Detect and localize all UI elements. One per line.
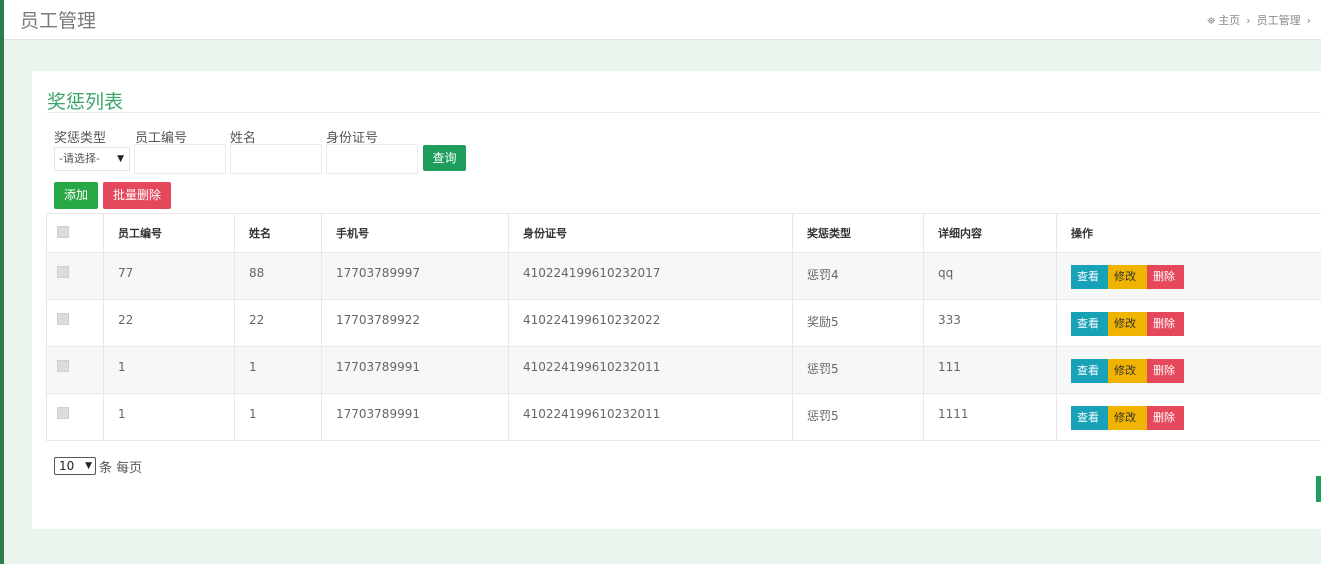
cell-emp-no: 77 <box>103 252 235 300</box>
batch-delete-button[interactable]: 批量删除 <box>103 182 171 209</box>
table-row: 1 1 17703789991 410224199610232011 惩罚5 1… <box>46 393 1321 441</box>
table-row: 22 22 17703789922 410224199610232022 奖励5… <box>46 299 1321 347</box>
edit-button[interactable]: 修改 <box>1108 406 1147 430</box>
row-select-cell <box>46 299 104 347</box>
breadcrumb: ⛯ 主页 › 员工管理 › <box>1207 12 1317 28</box>
cell-actions: 查看 修改 删除 <box>1056 252 1321 300</box>
view-button[interactable]: 查看 <box>1071 312 1108 336</box>
left-accent-strip <box>0 0 4 564</box>
cell-name: 1 <box>234 393 322 441</box>
cell-emp-no: 22 <box>103 299 235 347</box>
delete-button[interactable]: 删除 <box>1147 359 1184 383</box>
row-checkbox[interactable] <box>57 360 69 372</box>
view-button[interactable]: 查看 <box>1071 359 1108 383</box>
cell-detail: 333 <box>923 299 1057 347</box>
id-number-input[interactable] <box>326 144 418 174</box>
table-row: 1 1 17703789991 410224199610232011 惩罚5 1… <box>46 346 1321 394</box>
row-checkbox[interactable] <box>57 313 69 325</box>
edit-button[interactable]: 修改 <box>1108 312 1147 336</box>
cell-type: 惩罚5 <box>792 393 924 441</box>
breadcrumb-home[interactable]: 主页 <box>1218 14 1240 27</box>
cell-id-no: 410224199610232011 <box>508 393 793 441</box>
type-select-value: -请选择- <box>59 152 100 165</box>
top-bar: 员工管理 ⛯ 主页 › 员工管理 › <box>4 0 1321 40</box>
select-all-checkbox[interactable] <box>57 225 69 238</box>
table-row: 77 88 17703789997 410224199610232017 惩罚4… <box>46 252 1321 300</box>
page-title: 员工管理 <box>20 10 97 32</box>
cell-type: 惩罚4 <box>792 252 924 300</box>
page-size-select[interactable]: 10 ▼ <box>54 457 96 475</box>
cell-emp-no: 1 <box>103 346 235 394</box>
col-id-no: 身份证号 <box>508 213 793 253</box>
chevron-down-icon: ▼ <box>117 154 124 164</box>
rewards-table: 员工编号 姓名 手机号 身份证号 奖惩类型 详细内容 操作 77 88 1770… <box>46 213 1321 441</box>
rewards-panel: 奖惩列表 奖惩类型 员工编号 姓名 身份证号 -请选择- ▼ 查询 添加 批量删… <box>32 71 1321 529</box>
row-select-cell <box>46 393 104 441</box>
row-checkbox[interactable] <box>57 407 69 419</box>
cell-detail: 111 <box>923 346 1057 394</box>
row-select-cell <box>46 346 104 394</box>
delete-button[interactable]: 删除 <box>1147 312 1184 336</box>
cell-phone: 17703789997 <box>321 252 509 300</box>
search-button[interactable]: 查询 <box>423 145 466 171</box>
cell-id-no: 410224199610232022 <box>508 299 793 347</box>
cell-actions: 查看 修改 删除 <box>1056 346 1321 394</box>
col-name: 姓名 <box>234 213 322 253</box>
col-emp-no: 员工编号 <box>103 213 235 253</box>
cell-name: 1 <box>234 346 322 394</box>
page-size-value: 10 <box>59 459 75 473</box>
delete-button[interactable]: 删除 <box>1147 265 1184 289</box>
emp-no-input[interactable] <box>134 144 226 174</box>
cell-phone: 17703789991 <box>321 393 509 441</box>
cell-type: 惩罚5 <box>792 346 924 394</box>
cell-emp-no: 1 <box>103 393 235 441</box>
cell-name: 88 <box>234 252 322 300</box>
row-checkbox[interactable] <box>57 266 69 278</box>
row-select-cell <box>46 252 104 300</box>
panel-title: 奖惩列表 <box>47 91 124 113</box>
view-button[interactable]: 查看 <box>1071 265 1108 289</box>
view-button[interactable]: 查看 <box>1071 406 1108 430</box>
cell-detail: 1111 <box>923 393 1057 441</box>
cell-phone: 17703789922 <box>321 299 509 347</box>
col-detail: 详细内容 <box>923 213 1057 253</box>
edit-button[interactable]: 修改 <box>1108 265 1147 289</box>
breadcrumb-separator: › <box>1306 14 1311 27</box>
type-select[interactable]: -请选择- ▼ <box>54 147 130 171</box>
cell-type: 奖励5 <box>792 299 924 347</box>
cell-actions: 查看 修改 删除 <box>1056 299 1321 347</box>
breadcrumb-separator: › <box>1246 14 1251 27</box>
partial-button[interactable] <box>1316 476 1321 502</box>
chevron-down-icon: ▼ <box>85 461 92 471</box>
cell-phone: 17703789991 <box>321 346 509 394</box>
col-actions: 操作 <box>1056 213 1321 253</box>
select-all-cell <box>46 213 104 253</box>
delete-button[interactable]: 删除 <box>1147 406 1184 430</box>
edit-button[interactable]: 修改 <box>1108 359 1147 383</box>
cell-id-no: 410224199610232017 <box>508 252 793 300</box>
cell-actions: 查看 修改 删除 <box>1056 393 1321 441</box>
cell-name: 22 <box>234 299 322 347</box>
col-type: 奖惩类型 <box>792 213 924 253</box>
home-icon: ⛯ <box>1207 16 1216 27</box>
cell-id-no: 410224199610232011 <box>508 346 793 394</box>
add-button[interactable]: 添加 <box>54 182 98 209</box>
breadcrumb-current[interactable]: 员工管理 <box>1257 14 1301 27</box>
panel-divider <box>47 112 1321 113</box>
page-size-suffix: 条 每页 <box>99 461 143 476</box>
table-header-row: 员工编号 姓名 手机号 身份证号 奖惩类型 详细内容 操作 <box>46 213 1321 253</box>
cell-detail: qq <box>923 252 1057 300</box>
col-phone: 手机号 <box>321 213 509 253</box>
filter-type-label: 奖惩类型 <box>54 131 107 146</box>
name-input[interactable] <box>230 144 322 174</box>
